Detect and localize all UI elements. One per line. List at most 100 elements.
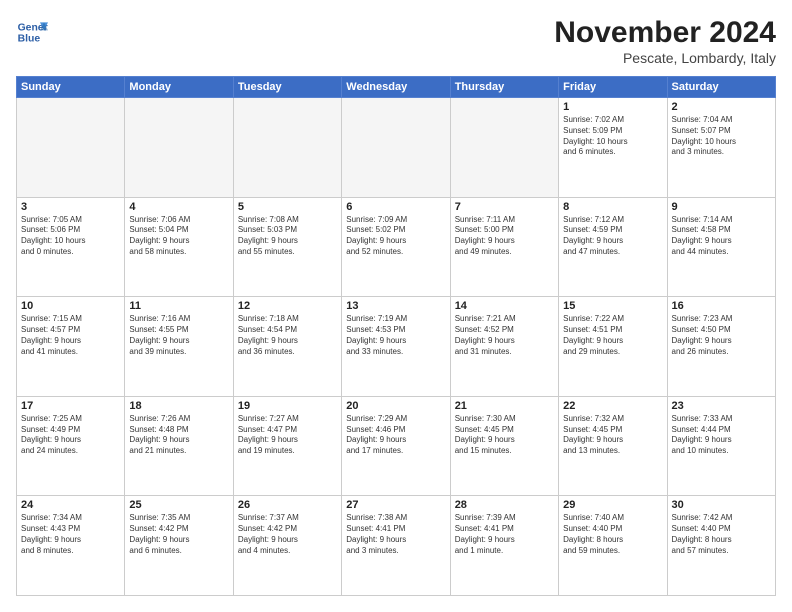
calendar-day-cell: 9Sunrise: 7:14 AM Sunset: 4:58 PM Daylig… <box>667 197 775 297</box>
day-number: 1 <box>563 101 662 113</box>
weekday-header: Saturday <box>667 77 775 98</box>
weekday-header: Friday <box>559 77 667 98</box>
day-info: Sunrise: 7:22 AM Sunset: 4:51 PM Dayligh… <box>563 314 662 357</box>
day-number: 10 <box>21 300 120 312</box>
weekday-header: Wednesday <box>342 77 450 98</box>
day-info: Sunrise: 7:35 AM Sunset: 4:42 PM Dayligh… <box>129 513 228 556</box>
svg-text:Blue: Blue <box>18 34 41 45</box>
day-info: Sunrise: 7:09 AM Sunset: 5:02 PM Dayligh… <box>346 215 445 258</box>
calendar-day-cell: 11Sunrise: 7:16 AM Sunset: 4:55 PM Dayli… <box>125 297 233 397</box>
calendar-day-cell: 14 Sunrise: 7:21 AM Sunset: 4:52 PM Dayli… <box>450 297 558 397</box>
day-info: Sunrise: 7:34 AM Sunset: 4:43 PM Dayligh… <box>21 513 120 556</box>
calendar-day-cell: 28 Sunrise: 7:39 AM Sunset: 4:41 PM Dayli… <box>450 496 558 596</box>
calendar-day-cell: 27 Sunrise: 7:38 AM Sunset: 4:41 PM Dayli… <box>342 496 450 596</box>
day-info: Sunrise: 7:32 AM Sunset: 4:45 PM Dayligh… <box>563 414 662 457</box>
calendar-day-cell: 17 Sunrise: 7:25 AM Sunset: 4:49 PM Dayli… <box>17 396 125 496</box>
calendar-day-cell: 12 Sunrise: 7:18 AM Sunset: 4:54 PM Dayli… <box>233 297 341 397</box>
day-number: 6 <box>346 201 445 213</box>
day-info: Sunrise: 7:30 AM Sunset: 4:45 PM Dayligh… <box>455 414 554 457</box>
day-number: 9 <box>672 201 771 213</box>
calendar-day-cell <box>450 98 558 198</box>
day-number: 24 <box>21 499 120 511</box>
day-info: Sunrise: 7:02 AM Sunset: 5:09 PM Dayligh… <box>563 115 662 158</box>
day-info: Sunrise: 7:39 AM Sunset: 4:41 PM Dayligh… <box>455 513 554 556</box>
day-info: Sunrise: 7:11 AM Sunset: 5:00 PM Dayligh… <box>455 215 554 258</box>
day-number: 22 <box>563 400 662 412</box>
day-info: Sunrise: 7:42 AM Sunset: 4:40 PM Dayligh… <box>672 513 771 556</box>
weekday-header: Monday <box>125 77 233 98</box>
calendar-day-cell: 22 Sunrise: 7:32 AM Sunset: 4:45 PM Dayli… <box>559 396 667 496</box>
day-number: 27 <box>346 499 445 511</box>
calendar-day-cell <box>233 98 341 198</box>
day-number: 7 <box>455 201 554 213</box>
day-info: Sunrise: 7:21 AM Sunset: 4:52 PM Dayligh… <box>455 314 554 357</box>
calendar-day-cell: 7 Sunrise: 7:11 AM Sunset: 5:00 PM Daylig… <box>450 197 558 297</box>
calendar-day-cell: 15 Sunrise: 7:22 AM Sunset: 4:51 PM Dayli… <box>559 297 667 397</box>
day-info: Sunrise: 7:19 AM Sunset: 4:53 PM Dayligh… <box>346 314 445 357</box>
day-info: Sunrise: 7:27 AM Sunset: 4:47 PM Dayligh… <box>238 414 337 457</box>
day-info: Sunrise: 7:08 AM Sunset: 5:03 PM Dayligh… <box>238 215 337 258</box>
day-info: Sunrise: 7:33 AM Sunset: 4:44 PM Dayligh… <box>672 414 771 457</box>
day-number: 23 <box>672 400 771 412</box>
day-info: Sunrise: 7:12 AM Sunset: 4:59 PM Dayligh… <box>563 215 662 258</box>
weekday-header: Thursday <box>450 77 558 98</box>
day-number: 20 <box>346 400 445 412</box>
day-number: 15 <box>563 300 662 312</box>
month-title: November 2024 <box>554 16 776 50</box>
calendar-day-cell: 18Sunrise: 7:26 AM Sunset: 4:48 PM Dayli… <box>125 396 233 496</box>
calendar-week-row: 24 Sunrise: 7:34 AM Sunset: 4:43 PM Dayli… <box>17 496 776 596</box>
weekday-header: Tuesday <box>233 77 341 98</box>
day-number: 5 <box>238 201 337 213</box>
calendar-table: SundayMondayTuesdayWednesdayThursdayFrid… <box>16 76 776 596</box>
calendar-week-row: 10 Sunrise: 7:15 AM Sunset: 4:57 PM Dayli… <box>17 297 776 397</box>
calendar-day-cell: 16Sunrise: 7:23 AM Sunset: 4:50 PM Dayli… <box>667 297 775 397</box>
day-number: 28 <box>455 499 554 511</box>
day-number: 30 <box>672 499 771 511</box>
calendar-day-cell: 29 Sunrise: 7:40 AM Sunset: 4:40 PM Dayli… <box>559 496 667 596</box>
calendar-day-cell: 6 Sunrise: 7:09 AM Sunset: 5:02 PM Daylig… <box>342 197 450 297</box>
day-number: 14 <box>455 300 554 312</box>
title-block: November 2024 Pescate, Lombardy, Italy <box>554 16 776 66</box>
day-number: 25 <box>129 499 228 511</box>
header: General Blue November 2024 Pescate, Lomb… <box>16 16 776 66</box>
day-number: 3 <box>21 201 120 213</box>
day-info: Sunrise: 7:06 AM Sunset: 5:04 PM Dayligh… <box>129 215 228 258</box>
calendar-day-cell: 25 Sunrise: 7:35 AM Sunset: 4:42 PM Dayli… <box>125 496 233 596</box>
day-info: Sunrise: 7:38 AM Sunset: 4:41 PM Dayligh… <box>346 513 445 556</box>
location: Pescate, Lombardy, Italy <box>554 50 776 66</box>
calendar-day-cell: 26Sunrise: 7:37 AM Sunset: 4:42 PM Dayli… <box>233 496 341 596</box>
day-number: 19 <box>238 400 337 412</box>
day-info: Sunrise: 7:40 AM Sunset: 4:40 PM Dayligh… <box>563 513 662 556</box>
day-number: 17 <box>21 400 120 412</box>
calendar-header-row: SundayMondayTuesdayWednesdayThursdayFrid… <box>17 77 776 98</box>
calendar-day-cell: 24 Sunrise: 7:34 AM Sunset: 4:43 PM Dayli… <box>17 496 125 596</box>
day-info: Sunrise: 7:29 AM Sunset: 4:46 PM Dayligh… <box>346 414 445 457</box>
calendar-day-cell: 3 Sunrise: 7:05 AM Sunset: 5:06 PM Daylig… <box>17 197 125 297</box>
calendar-day-cell: 2Sunrise: 7:04 AM Sunset: 5:07 PM Daylig… <box>667 98 775 198</box>
calendar-day-cell: 19 Sunrise: 7:27 AM Sunset: 4:47 PM Dayli… <box>233 396 341 496</box>
day-number: 16 <box>672 300 771 312</box>
day-info: Sunrise: 7:25 AM Sunset: 4:49 PM Dayligh… <box>21 414 120 457</box>
day-info: Sunrise: 7:26 AM Sunset: 4:48 PM Dayligh… <box>129 414 228 457</box>
day-info: Sunrise: 7:15 AM Sunset: 4:57 PM Dayligh… <box>21 314 120 357</box>
day-number: 12 <box>238 300 337 312</box>
day-number: 26 <box>238 499 337 511</box>
calendar-day-cell: 20 Sunrise: 7:29 AM Sunset: 4:46 PM Dayli… <box>342 396 450 496</box>
day-info: Sunrise: 7:05 AM Sunset: 5:06 PM Dayligh… <box>21 215 120 258</box>
day-info: Sunrise: 7:16 AM Sunset: 4:55 PM Dayligh… <box>129 314 228 357</box>
calendar-week-row: 17 Sunrise: 7:25 AM Sunset: 4:49 PM Dayli… <box>17 396 776 496</box>
calendar-day-cell: 5 Sunrise: 7:08 AM Sunset: 5:03 PM Daylig… <box>233 197 341 297</box>
day-number: 4 <box>129 201 228 213</box>
page: General Blue November 2024 Pescate, Lomb… <box>0 0 792 612</box>
calendar-day-cell: 4 Sunrise: 7:06 AM Sunset: 5:04 PM Daylig… <box>125 197 233 297</box>
logo: General Blue <box>16 16 52 48</box>
day-number: 29 <box>563 499 662 511</box>
day-number: 21 <box>455 400 554 412</box>
calendar-day-cell <box>17 98 125 198</box>
weekday-header: Sunday <box>17 77 125 98</box>
day-number: 2 <box>672 101 771 113</box>
day-info: Sunrise: 7:18 AM Sunset: 4:54 PM Dayligh… <box>238 314 337 357</box>
calendar-day-cell: 8 Sunrise: 7:12 AM Sunset: 4:59 PM Daylig… <box>559 197 667 297</box>
day-number: 8 <box>563 201 662 213</box>
calendar-week-row: 3 Sunrise: 7:05 AM Sunset: 5:06 PM Daylig… <box>17 197 776 297</box>
